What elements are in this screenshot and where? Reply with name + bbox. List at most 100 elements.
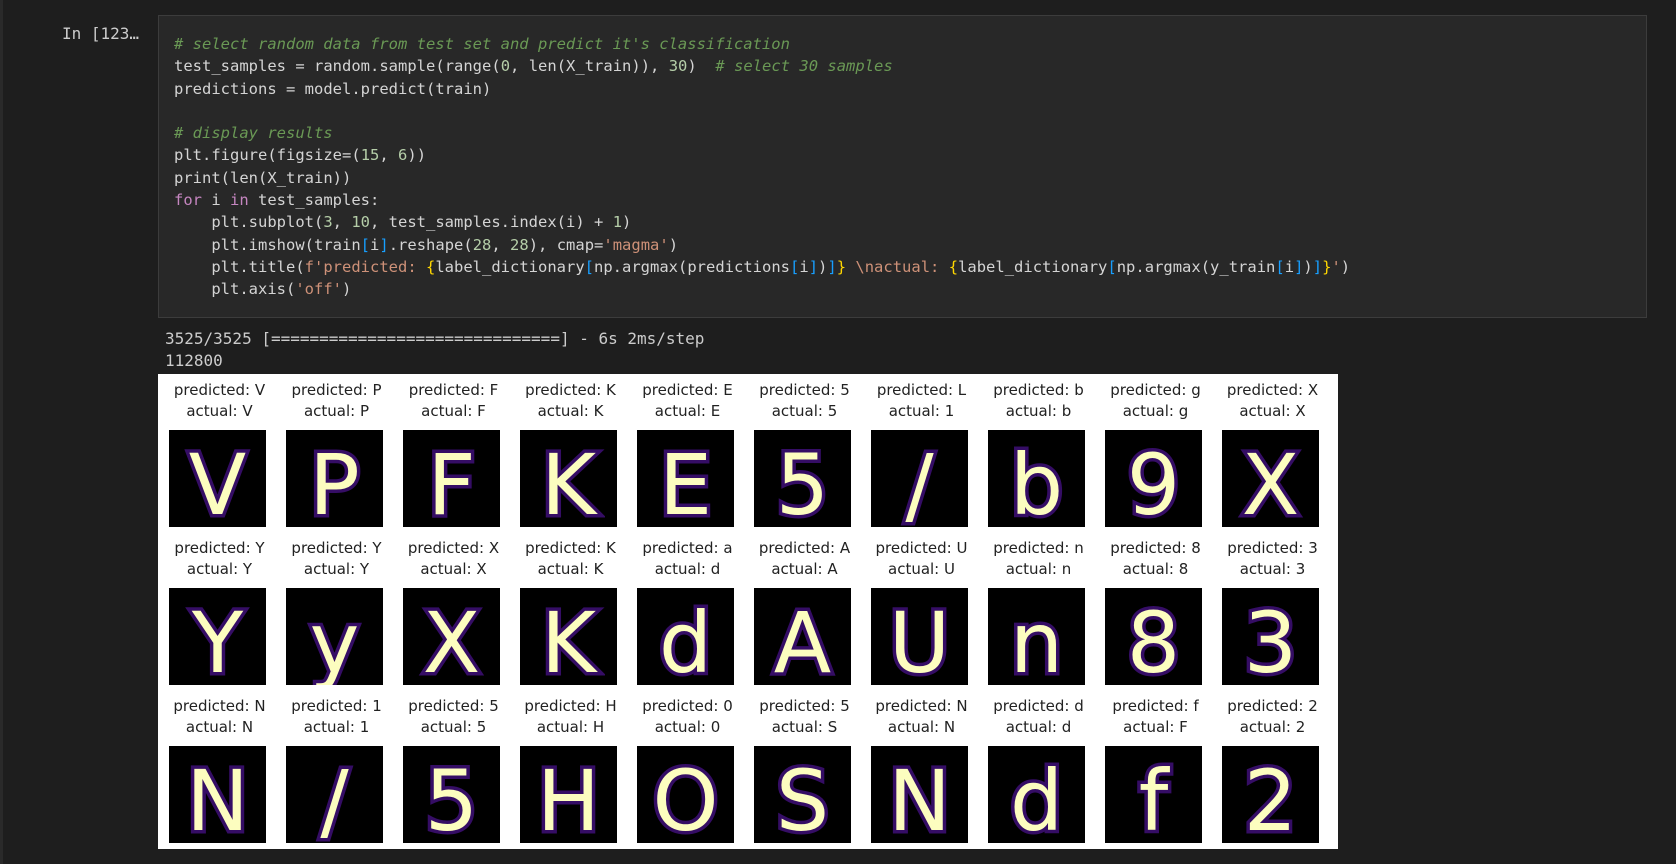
subplot-title: predicted: b actual: b bbox=[980, 380, 1097, 422]
predicted-label: predicted: V bbox=[173, 381, 266, 399]
code-content[interactable]: # select random data from test set and p… bbox=[174, 33, 1350, 301]
character-image: dd bbox=[988, 746, 1085, 843]
code-token: figure(figsize bbox=[211, 146, 342, 165]
character-image: KK bbox=[520, 588, 617, 685]
subplot-title: predicted: a actual: d bbox=[629, 538, 746, 580]
code-token: . bbox=[351, 79, 361, 98]
actual-label: actual: K bbox=[537, 560, 604, 578]
code-token: axis( bbox=[248, 280, 296, 299]
subplot-title: predicted: P actual: P bbox=[278, 380, 395, 422]
actual-label: actual: n bbox=[1005, 560, 1072, 578]
character-image: UU bbox=[871, 588, 968, 685]
code-token: } bbox=[836, 257, 847, 276]
subplot-title: predicted: L actual: 1 bbox=[863, 380, 980, 422]
glyph-stroke: P bbox=[309, 436, 360, 527]
code-token: , test_samples bbox=[370, 213, 501, 232]
character-image: dd bbox=[637, 588, 734, 685]
subplot-title: predicted: N actual: N bbox=[863, 696, 980, 738]
character-glyph: AA bbox=[770, 591, 834, 686]
code-token: 10 bbox=[351, 213, 371, 232]
subplot-title: predicted: X actual: X bbox=[1214, 380, 1331, 422]
code-token: ) bbox=[342, 280, 352, 299]
code-token: ] bbox=[827, 257, 837, 276]
code-token: + bbox=[594, 213, 604, 232]
character-glyph: dd bbox=[1006, 749, 1066, 844]
code-token: 28 bbox=[472, 235, 492, 254]
code-token: ( bbox=[491, 57, 501, 76]
predicted-label: predicted: P bbox=[291, 381, 382, 399]
actual-label: actual: 1 bbox=[303, 718, 370, 736]
code-line: plt.imshow(train[i].reshape(28, 28), cma… bbox=[174, 236, 678, 254]
character-glyph: XX bbox=[1238, 433, 1303, 528]
character-glyph: KK bbox=[537, 591, 601, 686]
code-token: . bbox=[239, 257, 249, 276]
glyph-stroke: K bbox=[541, 594, 598, 685]
code-token: , bbox=[379, 146, 399, 165]
code-token: 28 bbox=[510, 235, 529, 254]
code-token: . bbox=[388, 235, 399, 254]
code-line: plt.figure(figsize=(15, 6)) bbox=[174, 146, 426, 164]
subplot-title: predicted: 5 actual: 5 bbox=[395, 696, 512, 738]
code-token: { bbox=[426, 257, 436, 276]
code-line: for i in test_samples: bbox=[174, 191, 379, 209]
character-image: NN bbox=[169, 746, 266, 843]
character-image: AA bbox=[754, 588, 851, 685]
output-progress-line: 3525/3525 [=============================… bbox=[165, 329, 705, 348]
code-token: label_dictionary bbox=[958, 257, 1108, 276]
code-token: i bbox=[799, 257, 809, 276]
code-token: plt bbox=[174, 280, 240, 299]
code-line: predictions = model.predict(train) bbox=[174, 80, 491, 98]
subplot-title: predicted: g actual: g bbox=[1097, 380, 1214, 422]
code-token: subplot( bbox=[248, 213, 324, 232]
code-token: ) bbox=[668, 235, 679, 254]
subplot-title: predicted: H actual: H bbox=[512, 696, 629, 738]
code-token: np bbox=[594, 257, 613, 276]
predicted-label: predicted: N bbox=[173, 697, 266, 715]
output-count-line: 112800 bbox=[165, 351, 223, 370]
code-token: . bbox=[1135, 257, 1145, 276]
code-token: argmax(predictions bbox=[622, 257, 790, 276]
code-token: = bbox=[342, 146, 352, 165]
character-glyph: NN bbox=[183, 749, 253, 844]
subplot-title: predicted: 1 actual: 1 bbox=[278, 696, 395, 738]
code-token: range bbox=[444, 57, 492, 76]
glyph-stroke: Y bbox=[191, 594, 244, 685]
code-editor[interactable]: # select random data from test set and p… bbox=[158, 15, 1647, 318]
character-image: HH bbox=[520, 746, 617, 843]
predicted-label: predicted: U bbox=[875, 539, 968, 557]
code-token: len bbox=[528, 57, 557, 76]
character-image: yy bbox=[286, 588, 383, 685]
character-image: 55 bbox=[754, 430, 851, 527]
subplot-title: predicted: K actual: K bbox=[512, 538, 629, 580]
glyph-stroke: / bbox=[320, 752, 349, 843]
code-token: . bbox=[612, 257, 623, 276]
character-glyph: 55 bbox=[772, 433, 832, 528]
code-token: 6 bbox=[398, 146, 408, 165]
character-image: OO bbox=[637, 746, 734, 843]
code-line: print(len(X_train)) bbox=[174, 169, 351, 187]
code-token: predictions bbox=[174, 79, 286, 98]
character-glyph: 33 bbox=[1240, 591, 1300, 686]
glyph-stroke: d bbox=[1010, 752, 1063, 843]
code-token: test_samples bbox=[174, 57, 296, 76]
code-token: , bbox=[510, 57, 529, 76]
glyph-stroke: N bbox=[888, 752, 951, 843]
code-token: len bbox=[230, 168, 259, 187]
code-token: (X_train)) bbox=[258, 168, 352, 187]
character-glyph: PP bbox=[306, 433, 364, 528]
code-token: ) bbox=[818, 257, 828, 276]
character-glyph: XX bbox=[419, 591, 484, 686]
subplot-title: predicted: 5 actual: S bbox=[746, 696, 863, 738]
predicted-label: predicted: b bbox=[993, 381, 1084, 399]
glyph-stroke: 3 bbox=[1244, 594, 1297, 685]
code-token: 'off' bbox=[295, 280, 343, 299]
code-token: np bbox=[1116, 257, 1136, 276]
code-token: plt bbox=[174, 257, 240, 276]
code-line: plt.axis('off') bbox=[174, 280, 351, 298]
character-image: XX bbox=[403, 588, 500, 685]
code-token: in bbox=[230, 191, 249, 210]
code-token: plt bbox=[174, 235, 240, 254]
character-image: 22 bbox=[1222, 746, 1319, 843]
code-token: ( bbox=[220, 168, 231, 187]
